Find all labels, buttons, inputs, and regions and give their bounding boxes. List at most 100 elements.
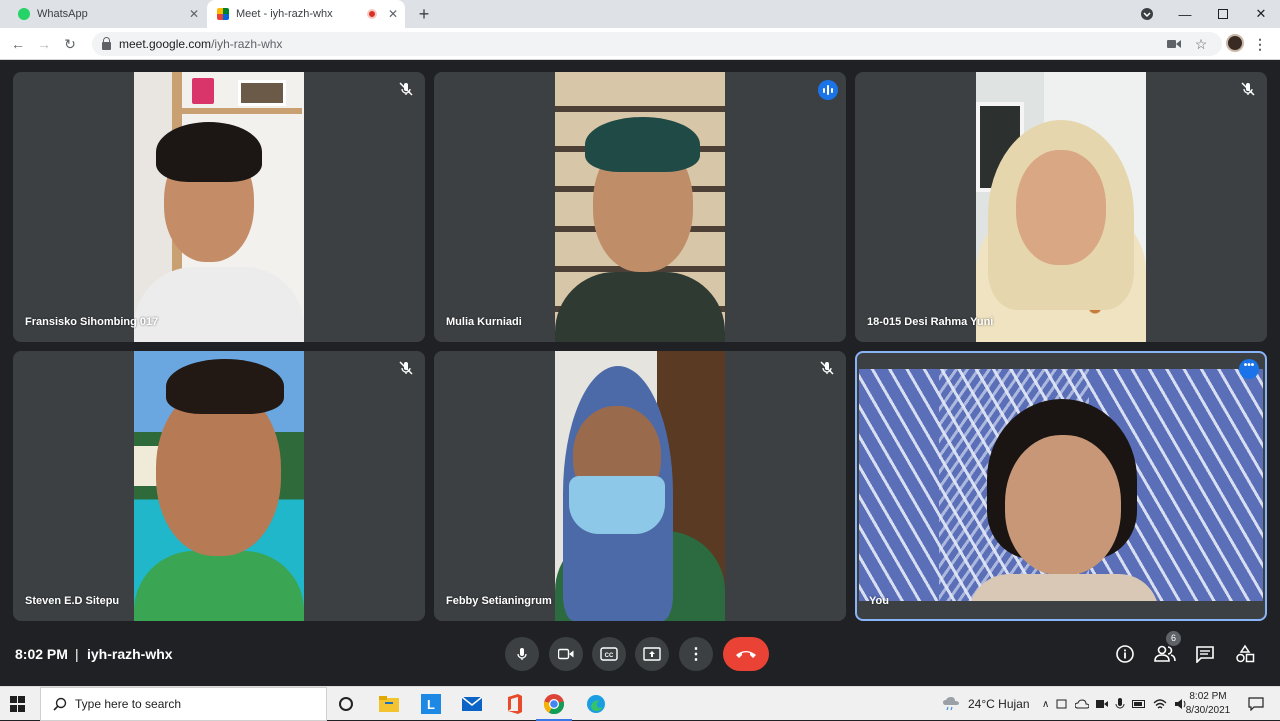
mic-off-icon [1241, 82, 1255, 96]
browser-menu-icon[interactable]: ⋮ [1250, 34, 1270, 54]
meeting-controls-bar: 8:02 PM | iyh-razh-whx CC ⋮ 6 [0, 628, 1280, 686]
self-video [859, 369, 1263, 601]
windows-taskbar: Type here to search L 24°C Hujan ∧ 8:02 … [0, 686, 1280, 721]
maximize-button[interactable] [1204, 0, 1242, 28]
close-tab-icon[interactable]: ✕ [385, 7, 401, 21]
leave-call-button[interactable] [723, 637, 769, 671]
microphone-button[interactable] [505, 637, 539, 671]
battery-icon[interactable] [1132, 699, 1146, 709]
participant-video [555, 351, 725, 621]
participant-tile[interactable]: Mulia Kurniadi [434, 72, 846, 342]
people-icon [1154, 645, 1176, 662]
mic-off-icon [820, 361, 834, 375]
participant-tile[interactable]: Steven E.D Sitepu [13, 351, 425, 621]
tab-title: Meet - iyh-razh-whx [236, 8, 333, 20]
participant-tile[interactable]: Fransisko Sihombing 017 [13, 72, 425, 342]
mail-icon[interactable] [460, 692, 484, 716]
system-clock[interactable]: 8:02 PM 8/30/2021 [1180, 690, 1236, 718]
chrome-icon[interactable] [536, 692, 572, 721]
microphone-icon [517, 648, 527, 660]
bookmark-star-icon[interactable]: ☆ [1191, 34, 1211, 54]
participant-name: Mulia Kurniadi [446, 316, 522, 328]
participant-name: 18-015 Desi Rahma Yuni [867, 316, 994, 328]
minimize-button[interactable]: — [1166, 0, 1204, 28]
self-tile[interactable]: You ••• [855, 351, 1267, 621]
meet-tray-icon[interactable] [1096, 698, 1109, 710]
url-text: meet.google.com/iyh-razh-whx [119, 37, 283, 51]
battery-saver-icon[interactable] [1056, 698, 1068, 710]
office-icon[interactable] [502, 692, 526, 716]
microphone-tray-icon[interactable] [1115, 697, 1125, 711]
maximize-icon [1218, 9, 1228, 19]
tab-title: WhatsApp [37, 8, 88, 20]
cloud-icon[interactable] [1075, 698, 1090, 710]
meeting-code: iyh-razh-whx [87, 646, 173, 662]
chat-button[interactable] [1193, 642, 1217, 666]
participant-video [134, 72, 304, 342]
more-options-button[interactable]: ⋮ [679, 637, 713, 671]
reload-button[interactable]: ↻ [60, 34, 80, 54]
mic-off-icon [399, 361, 413, 375]
present-screen-icon [643, 647, 661, 661]
captions-button[interactable]: CC [592, 637, 626, 671]
recording-indicator-icon [367, 9, 377, 19]
meeting-details-button[interactable] [1113, 642, 1137, 666]
info-icon [1116, 645, 1134, 663]
present-screen-button[interactable] [635, 637, 669, 671]
wifi-icon[interactable] [1153, 698, 1167, 710]
weather-text: 24°C Hujan [968, 697, 1030, 711]
participant-video [976, 72, 1146, 342]
tab-whatsapp[interactable]: WhatsApp ✕ [8, 0, 206, 28]
svg-text:L: L [427, 697, 435, 712]
meeting-clock: 8:02 PM [15, 646, 68, 662]
taskbar-search-box[interactable]: Type here to search [40, 687, 327, 721]
participant-name: Fransisko Sihombing 017 [25, 316, 159, 328]
system-date: 8/30/2021 [1185, 705, 1231, 716]
search-icon [53, 697, 67, 711]
new-tab-button[interactable]: + [414, 4, 434, 24]
lock-icon [102, 37, 111, 50]
tab-meet[interactable]: Meet - iyh-razh-whx ✕ [207, 0, 405, 28]
chevron-down-circle-icon [1141, 8, 1153, 20]
system-tray: ∧ [1042, 687, 1188, 721]
browser-toolbar: ← → ↻ meet.google.com/iyh-razh-whx ☆ ⋮ [0, 28, 1280, 60]
participant-tile[interactable]: Febby Setianingrum [434, 351, 846, 621]
address-bar[interactable]: meet.google.com/iyh-razh-whx [92, 32, 1222, 56]
separator: | [75, 646, 79, 662]
participant-name: Febby Setianingrum [446, 595, 552, 607]
cortana-icon[interactable] [334, 692, 358, 716]
weather-rain-icon [943, 697, 959, 711]
chevron-up-icon[interactable]: ∧ [1042, 699, 1049, 710]
notifications-icon[interactable] [1244, 692, 1268, 716]
participant-video [134, 351, 304, 621]
speaking-indicator-icon [818, 80, 838, 100]
search-placeholder: Type here to search [75, 697, 182, 711]
profile-avatar[interactable] [1226, 34, 1244, 52]
participant-name: Steven E.D Sitepu [25, 595, 120, 607]
windows-start-icon[interactable] [10, 696, 26, 712]
activities-button[interactable] [1233, 642, 1257, 666]
browser-tab-strip: WhatsApp ✕ Meet - iyh-razh-whx ✕ + — ✕ [0, 0, 1280, 28]
close-tab-icon[interactable]: ✕ [186, 7, 202, 21]
word-app-icon[interactable]: L [419, 692, 443, 716]
whatsapp-icon [18, 8, 30, 20]
more-options-icon[interactable]: ••• [1239, 359, 1259, 379]
file-explorer-icon[interactable] [377, 692, 401, 716]
camera-icon [558, 648, 574, 660]
camera-in-use-icon[interactable] [1164, 34, 1184, 54]
end-call-icon [736, 651, 756, 658]
edge-icon[interactable] [584, 692, 608, 716]
weather-widget[interactable]: 24°C Hujan [942, 687, 1030, 721]
svg-text:CC: CC [605, 653, 614, 659]
participant-tile[interactable]: 18-015 Desi Rahma Yuni [855, 72, 1267, 342]
participant-count-badge: 6 [1166, 631, 1181, 646]
mic-off-icon [399, 82, 413, 96]
more-vert-icon: ⋮ [688, 646, 704, 663]
close-window-button[interactable]: ✕ [1242, 0, 1280, 28]
back-button[interactable]: ← [8, 34, 28, 54]
camera-button[interactable] [549, 637, 583, 671]
participant-name: You [869, 595, 889, 607]
tab-search-button[interactable] [1128, 0, 1166, 28]
forward-button[interactable]: → [34, 34, 54, 54]
system-time: 8:02 PM [1189, 691, 1227, 702]
